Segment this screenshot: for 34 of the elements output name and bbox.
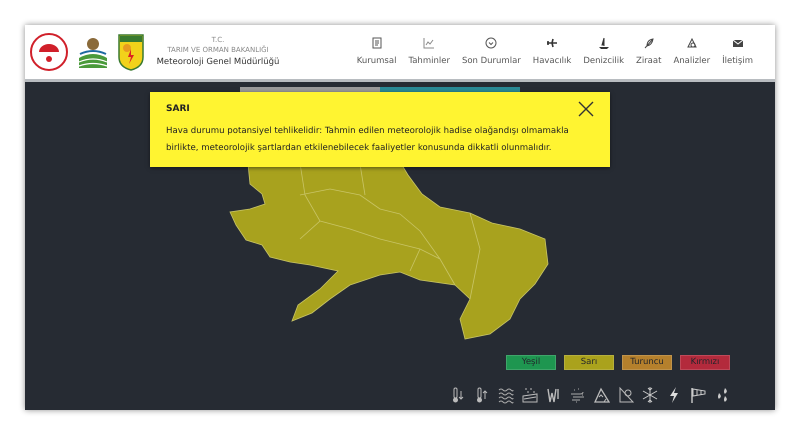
check-circle-icon	[485, 36, 498, 49]
nav-link[interactable]: Tahminler	[402, 36, 456, 68]
dust-storm-icon[interactable]	[570, 386, 586, 404]
ministry-emblem-icon	[29, 32, 69, 72]
sailboat-icon	[598, 36, 610, 49]
analysis-icon	[686, 36, 698, 49]
nav-link[interactable]: Havacılık	[526, 36, 578, 68]
close-icon	[578, 101, 594, 117]
landslide-icon[interactable]	[618, 386, 634, 404]
waves-icon[interactable]	[498, 386, 514, 404]
meteorology-logo-icon	[117, 33, 145, 71]
snow-field-icon[interactable]	[522, 386, 538, 404]
nav-link[interactable]: İletişim	[716, 36, 759, 68]
warning-title: SARI	[166, 103, 190, 116]
nav-link[interactable]: Denizcilik	[577, 36, 630, 68]
nav-link[interactable]: Son Durumlar	[456, 36, 527, 68]
legend-button[interactable]: Yeşil	[506, 355, 556, 370]
windsock-icon[interactable]	[690, 386, 706, 404]
nav-link[interactable]: Analizler	[667, 36, 716, 68]
snowflake-icon[interactable]	[642, 386, 658, 404]
chart-icon	[423, 36, 436, 49]
thermometer-down-icon[interactable]	[450, 386, 466, 404]
nav-link[interactable]: Ziraat	[630, 36, 668, 68]
thermometer-up-icon[interactable]	[474, 386, 490, 404]
legend-button[interactable]: Sarı	[564, 355, 614, 370]
nav-link[interactable]: Kurumsal	[350, 36, 402, 68]
legend-button[interactable]: Turuncu	[622, 355, 672, 370]
close-button[interactable]	[578, 101, 594, 117]
site-title: Meteoroloji Genel Müdürlüğü	[156, 56, 280, 70]
airplane-icon	[546, 36, 558, 49]
document-icon	[370, 36, 383, 49]
warning-message: Hava durumu potansiyel tehlikelidir: Tahmin edilen meteorolojik hadise olağandışı olmamakla birlikte, meteorolojik şartlardan etkilenebilecek faaliyetler konusunda dikkatli olunmalıdır.	[166, 124, 570, 155]
mountain-icon[interactable]	[594, 386, 610, 404]
feather-icon	[642, 36, 655, 49]
